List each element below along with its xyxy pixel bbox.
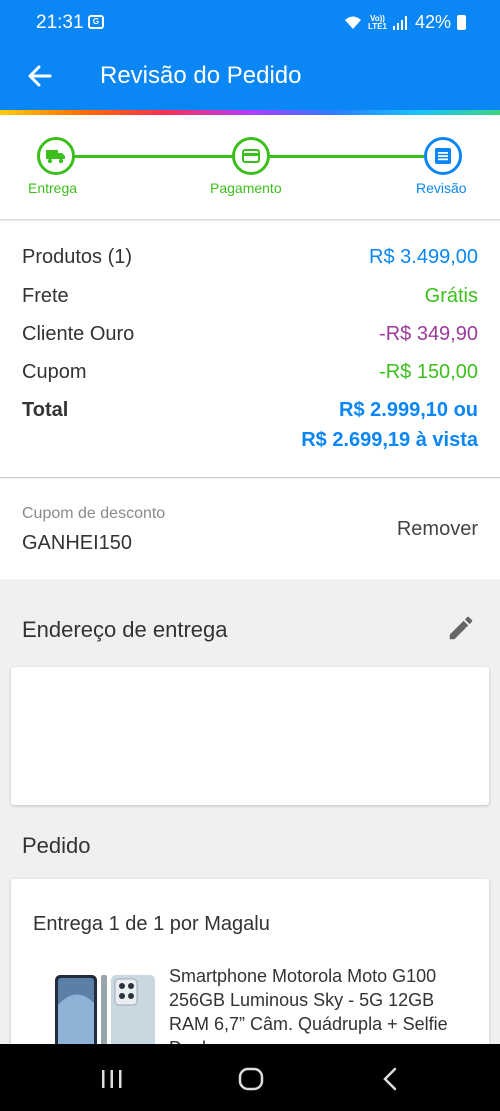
step-payment[interactable]: [232, 137, 270, 175]
truck-icon: [46, 150, 65, 164]
network-indicator: Vo)) LTE1: [368, 13, 387, 31]
summary-row-products: Produtos (1) R$ 3.499,00: [22, 246, 478, 269]
step-label-payment: Pagamento: [210, 180, 282, 196]
edit-pencil-icon[interactable]: [446, 613, 476, 643]
home-icon[interactable]: [236, 1064, 266, 1094]
signal-icon: [392, 15, 407, 30]
app-bar: Revisão do Pedido: [0, 48, 500, 110]
remove-coupon-button[interactable]: Remover: [397, 518, 478, 541]
status-time: 21:31: [36, 12, 84, 33]
shipping-value: Grátis: [424, 285, 478, 307]
products-value: R$ 3.499,00: [369, 246, 478, 268]
total-value: R$ 2.999,10 ou: [339, 399, 478, 421]
battery-percent: 42%: [414, 12, 451, 32]
page-title: Revisão do Pedido: [100, 62, 302, 89]
coupon-row-value: -R$ 150,00: [379, 361, 478, 383]
summary-row-coupon: Cupom -R$ 150,00: [22, 361, 478, 384]
total-cash-value: R$ 2.699,19 à vista: [301, 429, 478, 451]
list-icon: [435, 148, 451, 164]
status-right: Vo)) LTE1 42%: [344, 12, 466, 33]
status-bar: 21:31 G Vo)) LTE1 42%: [0, 0, 500, 48]
summary-row-gold: Cliente Ouro -R$ 349,90: [22, 323, 478, 346]
battery-icon: [457, 15, 466, 30]
step-delivery[interactable]: [37, 137, 75, 175]
product-image[interactable]: [43, 975, 163, 1045]
order-summary: Produtos (1) R$ 3.499,00 Frete Grátis Cl…: [0, 221, 500, 478]
back-arrow-icon[interactable]: [24, 60, 56, 92]
products-label: Produtos (1): [22, 246, 133, 268]
step-connector: [268, 155, 424, 158]
address-card[interactable]: [11, 667, 489, 805]
shipping-label: Frete: [22, 285, 69, 307]
coupon-label: Cupom de desconto: [22, 505, 166, 522]
summary-row-shipping: Frete Grátis: [22, 285, 478, 308]
order-section-title: Pedido: [22, 833, 91, 858]
gold-label: Cliente Ouro: [22, 323, 135, 345]
coupon-code: GANHEI150: [22, 532, 133, 554]
coupon-row-label: Cupom: [22, 361, 87, 383]
step-label-delivery: Entrega: [28, 180, 78, 196]
address-section-title: Endereço de entrega: [22, 617, 228, 642]
gallery-notification-icon: G: [88, 15, 104, 29]
gold-value: -R$ 349,90: [379, 323, 478, 345]
system-nav-bar: [0, 1044, 500, 1111]
coupon-section: Cupom de desconto GANHEI150 Remover: [0, 479, 500, 579]
back-nav-icon[interactable]: [376, 1064, 406, 1094]
recent-apps-icon[interactable]: [97, 1064, 127, 1094]
checkout-stepper: Entrega Pagamento Revisão: [0, 115, 500, 220]
step-label-review: Revisão: [416, 180, 467, 196]
summary-row-total: Total R$ 2.999,10 ou: [22, 399, 478, 422]
credit-card-icon: [242, 149, 260, 163]
step-connector: [74, 155, 234, 158]
total-label: Total: [22, 399, 69, 421]
delivery-header: Entrega 1 de 1 por Magalu: [33, 913, 270, 935]
step-review[interactable]: [424, 137, 462, 175]
wifi-icon: [345, 16, 361, 29]
